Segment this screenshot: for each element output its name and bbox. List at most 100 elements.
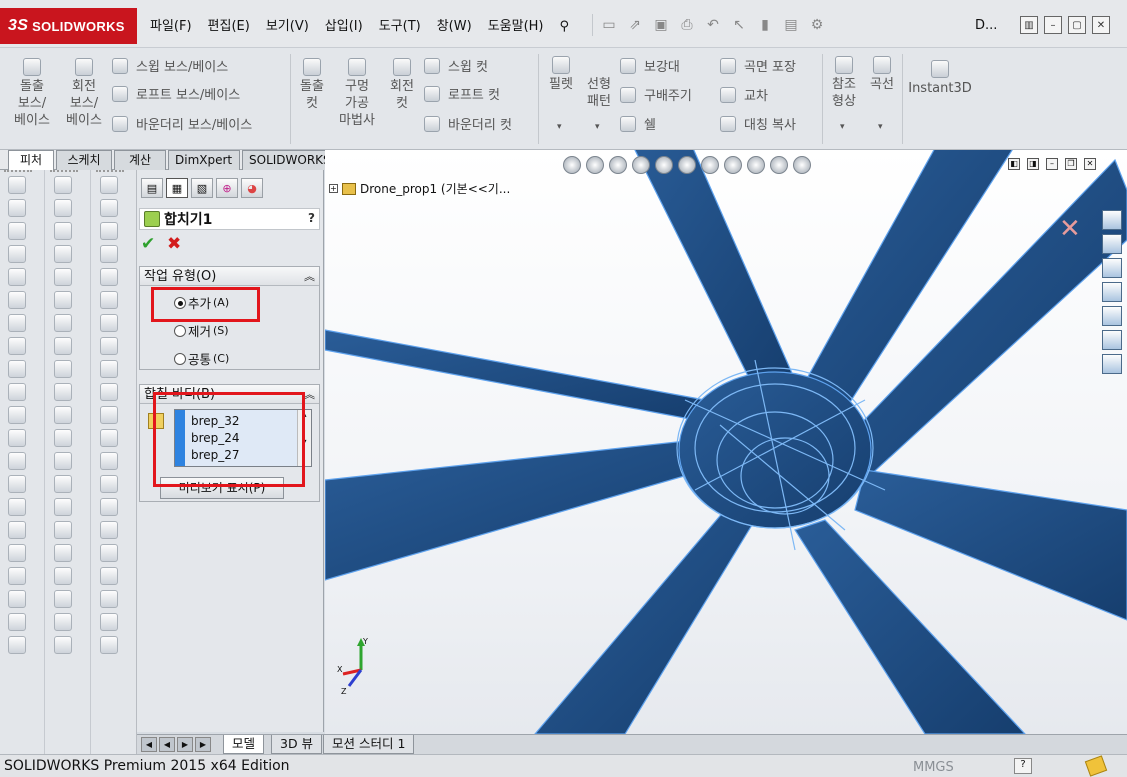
zoom-to-fit-icon[interactable]	[563, 156, 581, 174]
options-icon[interactable]: ⚙	[807, 14, 827, 36]
tool-icon[interactable]	[8, 383, 26, 401]
menu-tools[interactable]: 도구(T)	[371, 16, 429, 38]
tab-features[interactable]: 피처	[8, 150, 54, 170]
tool-icon[interactable]	[100, 337, 118, 355]
configuration-manager-tab-icon[interactable]: ▧	[191, 178, 213, 198]
propeller-blade[interactable]	[325, 439, 706, 581]
instant3d-button[interactable]: Instant3D	[906, 60, 974, 97]
tool-icon[interactable]	[8, 199, 26, 217]
tool-icon[interactable]	[54, 498, 72, 516]
tool-icon[interactable]	[54, 429, 72, 447]
section-view-icon[interactable]	[632, 156, 650, 174]
radio-add[interactable]: 추가 (A)	[174, 293, 229, 312]
propeller-blade[interactable]	[794, 150, 1025, 411]
close-button[interactable]: ✕	[1084, 158, 1096, 170]
tool-icon[interactable]	[100, 268, 118, 286]
toolbar-grip[interactable]	[96, 170, 124, 174]
solidworks-logo[interactable]: 3S SOLIDWORKS	[0, 8, 137, 44]
restore-button[interactable]: ❐	[1065, 158, 1077, 170]
extrude-cut-button[interactable]: 돌출 컷	[294, 58, 330, 112]
panel-toggle-icon[interactable]: ▥	[1020, 16, 1038, 34]
tool-icon[interactable]	[8, 176, 26, 194]
view-settings-icon[interactable]	[793, 156, 811, 174]
feature-tree-node[interactable]: + Drone_prop1 (기본<<기...	[329, 180, 510, 197]
show-preview-button[interactable]: 미리보기 표시(P)	[160, 477, 284, 499]
dynamic-annotation-icon[interactable]	[655, 156, 673, 174]
view-orientation-icon[interactable]	[678, 156, 696, 174]
appearances-icon[interactable]	[1102, 306, 1122, 326]
tool-icon[interactable]	[100, 291, 118, 309]
tool-icon[interactable]	[8, 337, 26, 355]
maximize-button[interactable]: ▢	[1068, 16, 1086, 34]
tool-icon[interactable]	[100, 613, 118, 631]
menu-help[interactable]: 도움말(H)	[480, 16, 552, 38]
tool-icon[interactable]	[54, 475, 72, 493]
toolbar-grip[interactable]	[4, 170, 32, 174]
tool-icon[interactable]	[8, 636, 26, 654]
tool-icon[interactable]	[100, 222, 118, 240]
help-icon[interactable]: ?	[308, 211, 315, 225]
tool-icon[interactable]	[54, 222, 72, 240]
new-document-icon[interactable]: ▭	[599, 14, 619, 36]
tool-icon[interactable]	[8, 475, 26, 493]
tool-icon[interactable]	[54, 199, 72, 217]
display-manager-tab-icon[interactable]: ◕	[241, 178, 263, 198]
minimize-button[interactable]: –	[1044, 16, 1062, 34]
save-icon[interactable]: ▣	[651, 14, 671, 36]
file-explorer-icon[interactable]	[1102, 258, 1122, 278]
graphics-area[interactable]: + Drone_prop1 (기본<<기... ◧ ◨ – ❐ ✕ ✕ Y X …	[325, 150, 1127, 734]
tool-icon[interactable]	[100, 521, 118, 539]
intersect-button[interactable]: 교차	[720, 85, 768, 104]
tool-icon[interactable]	[100, 429, 118, 447]
tool-icon[interactable]	[54, 360, 72, 378]
tool-icon[interactable]	[8, 567, 26, 585]
toolbar-grip[interactable]	[50, 170, 78, 174]
tool-icon[interactable]	[100, 452, 118, 470]
tool-icon[interactable]	[54, 613, 72, 631]
tool-icon[interactable]	[8, 406, 26, 424]
tab-model[interactable]: 모델	[223, 735, 265, 754]
tool-icon[interactable]	[54, 268, 72, 286]
apply-scene-icon[interactable]	[770, 156, 788, 174]
tab-dimxpert[interactable]: DimXpert	[168, 150, 240, 170]
cancel-button[interactable]: ✖	[167, 234, 181, 254]
tool-icon[interactable]	[100, 314, 118, 332]
list-item[interactable]: brep_24	[191, 431, 240, 445]
fillet-button[interactable]: 필렛	[544, 56, 578, 93]
tool-icon[interactable]	[8, 429, 26, 447]
menu-view[interactable]: 보기(V)	[258, 16, 317, 38]
next-tab-icon[interactable]: ▶	[177, 737, 193, 752]
tab-sketch[interactable]: 스케치	[56, 150, 112, 170]
feature-manager-tab-icon[interactable]: ▤	[141, 178, 163, 198]
menu-edit[interactable]: 편집(E)	[200, 16, 258, 38]
loft-boss-button[interactable]: 로프트 보스/베이스	[112, 84, 240, 103]
pin-icon[interactable]: ⚲	[552, 16, 578, 38]
print-icon[interactable]: ⎙	[677, 14, 697, 36]
unit-system[interactable]: MMGS	[913, 760, 954, 775]
radio-subtract[interactable]: 제거 (S)	[174, 321, 229, 340]
split-view-icon[interactable]: ◧	[1008, 158, 1020, 170]
tool-icon[interactable]	[8, 452, 26, 470]
tool-icon[interactable]	[100, 360, 118, 378]
tool-icon[interactable]	[8, 360, 26, 378]
linear-pattern-button[interactable]: 선형 패턴	[582, 56, 616, 110]
menu-file[interactable]: 파일(F)	[142, 16, 200, 38]
tool-icon[interactable]	[54, 521, 72, 539]
tool-icon[interactable]	[100, 475, 118, 493]
radio-common[interactable]: 공통 (C)	[174, 349, 229, 368]
prev-tab-icon[interactable]: ◀	[159, 737, 175, 752]
tool-icon[interactable]	[8, 498, 26, 516]
previous-view-icon[interactable]	[609, 156, 627, 174]
tool-icon[interactable]	[8, 245, 26, 263]
list-scrollbar[interactable]: ▴ ▾	[297, 410, 311, 466]
tool-icon[interactable]	[8, 544, 26, 562]
swept-cut-button[interactable]: 스윕 컷	[424, 56, 488, 75]
tool-icon[interactable]	[8, 613, 26, 631]
last-tab-icon[interactable]: ▶	[195, 737, 211, 752]
boundary-boss-button[interactable]: 바운더리 보스/베이스	[112, 114, 252, 133]
tool-icon[interactable]	[8, 268, 26, 286]
help-icon[interactable]: ?	[1014, 758, 1032, 774]
home-icon[interactable]	[1102, 210, 1122, 230]
dimxpert-manager-tab-icon[interactable]: ⊕	[216, 178, 238, 198]
custom-properties-icon[interactable]	[1102, 330, 1122, 350]
